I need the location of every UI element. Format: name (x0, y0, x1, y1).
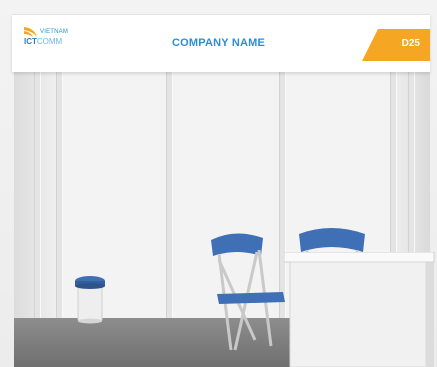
folding-chair (211, 233, 285, 351)
logo-text-ict: ICT (24, 37, 37, 46)
company-name: COMPANY NAME (172, 37, 266, 49)
booth-number-badge: D25 (362, 29, 430, 61)
round-stool (75, 276, 105, 324)
logo-text-comm: COMM (36, 37, 63, 46)
fascia-board: VIETNAM ICTCOMM COMPANY NAME D25 (12, 14, 430, 72)
wall-post (166, 71, 173, 319)
booth-number: D25 (401, 38, 420, 49)
company-logo: VIETNAM ICTCOMM (24, 27, 84, 57)
wall-post (56, 71, 63, 321)
logo-text-bottom: ICTCOMM (24, 37, 62, 46)
reception-counter (284, 252, 435, 367)
booth-scene: VIETNAM ICTCOMM COMPANY NAME D25 (0, 0, 437, 367)
logo-text-top: VIETNAM (40, 29, 69, 35)
